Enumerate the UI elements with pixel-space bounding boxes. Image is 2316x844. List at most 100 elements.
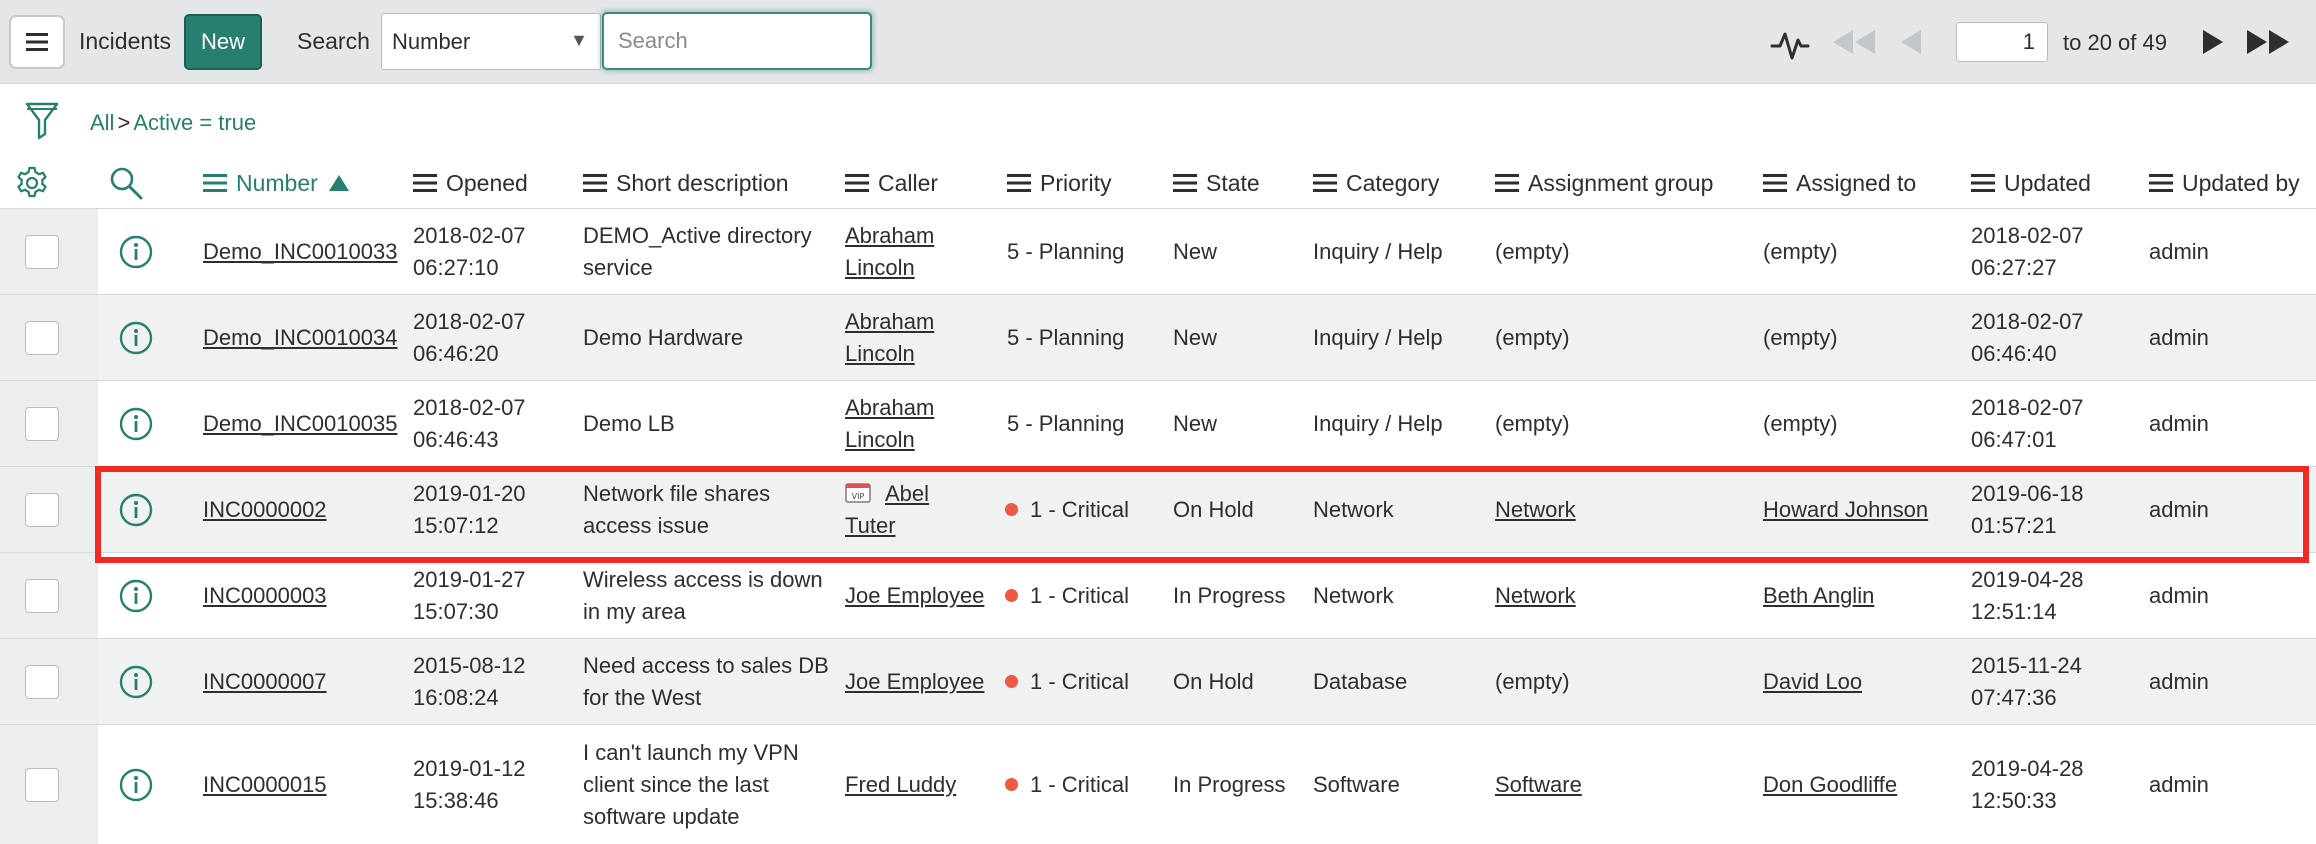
incident-number-link[interactable]: Demo_INC0010033 [203, 239, 397, 264]
row-checkbox[interactable] [25, 665, 59, 699]
column-header-state[interactable]: State [1173, 165, 1260, 201]
table-row[interactable]: Demo_INC0010033 2018-02-07 06:27:10 DEMO_Ac… [0, 208, 2316, 294]
column-menu-icon[interactable] [413, 173, 437, 193]
category-cell: Network [1313, 497, 1394, 522]
short-description-cell: Demo Hardware [583, 322, 743, 354]
category-cell: Inquiry / Help [1313, 239, 1443, 264]
column-header-priority[interactable]: Priority [1007, 165, 1112, 201]
caller-link-line2[interactable]: Lincoln [845, 255, 915, 280]
table-row[interactable]: INC0000015 2019-01-12 15:38:46 I can't laun… [0, 724, 2316, 844]
info-icon[interactable] [119, 665, 153, 699]
table-row[interactable]: INC0000002 2019-01-20 15:07:12 Network file… [0, 466, 2316, 552]
incident-number-link[interactable]: INC0000003 [203, 583, 327, 608]
column-header-opened[interactable]: Opened [413, 165, 528, 201]
incident-number-link[interactable]: Demo_INC0010035 [203, 411, 397, 436]
column-header-caller[interactable]: Caller [845, 165, 938, 201]
row-checkbox[interactable] [25, 407, 59, 441]
row-checkbox[interactable] [25, 321, 59, 355]
column-menu-icon[interactable] [203, 173, 227, 193]
table-row[interactable]: INC0000007 2015-08-12 16:08:24 Need access … [0, 638, 2316, 724]
column-menu-icon[interactable] [1313, 173, 1337, 193]
column-header-short-description[interactable]: Short description [583, 165, 789, 201]
column-header-number[interactable]: Number [203, 165, 350, 201]
assignment-group-value[interactable]: Software [1495, 772, 1582, 797]
info-icon[interactable] [119, 235, 153, 269]
table-row[interactable]: Demo_INC0010035 2018-02-07 06:46:43 Demo LB… [0, 380, 2316, 466]
table-row[interactable]: INC0000003 2019-01-27 15:07:30 Wireless acc… [0, 552, 2316, 638]
caller-link[interactable]: Abraham [845, 223, 934, 248]
column-search-button[interactable] [108, 165, 144, 201]
column-menu-icon[interactable] [1763, 173, 1787, 193]
priority-value: 1 - Critical [1030, 772, 1130, 797]
info-icon[interactable] [119, 579, 153, 613]
column-header-updated[interactable]: Updated [1971, 165, 2091, 201]
breadcrumb-filter-active[interactable]: Active = true [133, 110, 256, 135]
updated-date: 2018-02-07 [1971, 395, 2084, 420]
last-page-button[interactable] [2244, 26, 2292, 58]
incident-number-link[interactable]: INC0000007 [203, 669, 327, 694]
row-checkbox[interactable] [25, 768, 59, 802]
column-menu-icon[interactable] [1173, 173, 1197, 193]
caller-link[interactable]: Joe Employee [845, 669, 984, 694]
caller-link[interactable]: Fred Luddy [845, 772, 956, 797]
info-icon[interactable] [119, 768, 153, 802]
first-page-button[interactable] [1830, 26, 1878, 58]
row-checkbox[interactable] [25, 235, 59, 269]
updated-time: 06:46:40 [1971, 341, 2057, 366]
assignment-group-value[interactable]: Network [1495, 583, 1576, 608]
column-menu-icon[interactable] [1495, 173, 1519, 193]
caller-link-line2[interactable]: Lincoln [845, 427, 915, 452]
assigned-to-value[interactable]: David Loo [1763, 669, 1862, 694]
short-description-cell: DEMO_Active directory service [583, 220, 812, 284]
next-page-button[interactable] [2198, 26, 2228, 58]
new-button[interactable]: New [184, 14, 262, 70]
table-row[interactable]: Demo_INC0010034 2018-02-07 06:46:20 Demo Ha… [0, 294, 2316, 380]
page-number-input[interactable] [1956, 22, 2048, 62]
previous-page-button[interactable] [1896, 26, 1926, 58]
assigned-to-value[interactable]: Howard Johnson [1763, 497, 1928, 522]
caller-link[interactable]: Abraham [845, 395, 934, 420]
caller-cell: Abraham Lincoln [845, 306, 934, 370]
column-menu-icon[interactable] [2149, 173, 2173, 193]
caller-link-line2[interactable]: Lincoln [845, 341, 915, 366]
row-checkbox[interactable] [25, 579, 59, 613]
column-header-assignment-group[interactable]: Assignment group [1495, 165, 1713, 201]
info-icon[interactable] [119, 493, 153, 527]
incident-number-link[interactable]: Demo_INC0010034 [203, 325, 397, 350]
personalize-list-button[interactable] [14, 165, 50, 201]
updated-date: 2019-04-28 [1971, 567, 2084, 592]
priority-cell: 1 - Critical [1005, 580, 1129, 612]
incident-number-link[interactable]: INC0000002 [203, 497, 327, 522]
info-icon[interactable] [119, 321, 153, 355]
caller-link[interactable]: Abel [885, 481, 929, 506]
assignment-group-cell: Network [1495, 494, 1576, 526]
state-cell: In Progress [1173, 583, 1286, 608]
column-header-updated-by[interactable]: Updated by [2149, 165, 2300, 201]
caller-link[interactable]: Abraham [845, 309, 934, 334]
column-menu-icon[interactable] [1971, 173, 1995, 193]
assigned-to-value[interactable]: Beth Anglin [1763, 583, 1874, 608]
category-cell: Inquiry / Help [1313, 325, 1443, 350]
incident-number-link[interactable]: INC0000015 [203, 772, 327, 797]
updated-cell: 2018-02-07 06:46:40 [1971, 306, 2084, 370]
caller-link-line2[interactable]: Tuter [845, 513, 896, 538]
assigned-to-value[interactable]: Don Goodliffe [1763, 772, 1897, 797]
column-menu-icon[interactable] [583, 173, 607, 193]
list-menu-button[interactable] [9, 15, 65, 69]
breadcrumb-all[interactable]: All [90, 110, 114, 135]
short-description-line: I can't launch my VPN [583, 740, 799, 765]
column-header-category[interactable]: Category [1313, 165, 1439, 201]
column-menu-icon[interactable] [845, 173, 869, 193]
filter-toggle-button[interactable] [24, 100, 60, 147]
column-menu-icon[interactable] [1007, 173, 1031, 193]
info-icon[interactable] [119, 407, 153, 441]
column-header-assigned-to[interactable]: Assigned to [1763, 165, 1916, 201]
row-checkbox[interactable] [25, 493, 59, 527]
activity-stream-button[interactable] [1768, 22, 1812, 66]
assignment-group-value[interactable]: Network [1495, 497, 1576, 522]
caller-cell: Fred Luddy [845, 769, 956, 801]
search-input[interactable] [602, 12, 872, 70]
caller-link[interactable]: Joe Employee [845, 583, 984, 608]
short-description-line: Need access to sales DB [583, 653, 829, 678]
search-field-select[interactable]: Number ▼ [381, 13, 601, 70]
